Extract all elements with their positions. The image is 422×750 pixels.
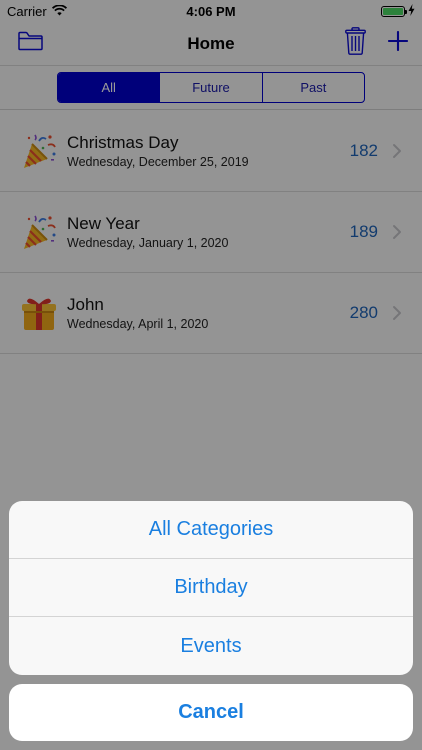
category-action-sheet: All Categories Birthday Events <box>9 501 413 675</box>
option-all-categories[interactable]: All Categories <box>9 501 413 559</box>
cancel-button[interactable]: Cancel <box>9 684 413 741</box>
option-events[interactable]: Events <box>9 617 413 675</box>
option-birthday[interactable]: Birthday <box>9 559 413 617</box>
